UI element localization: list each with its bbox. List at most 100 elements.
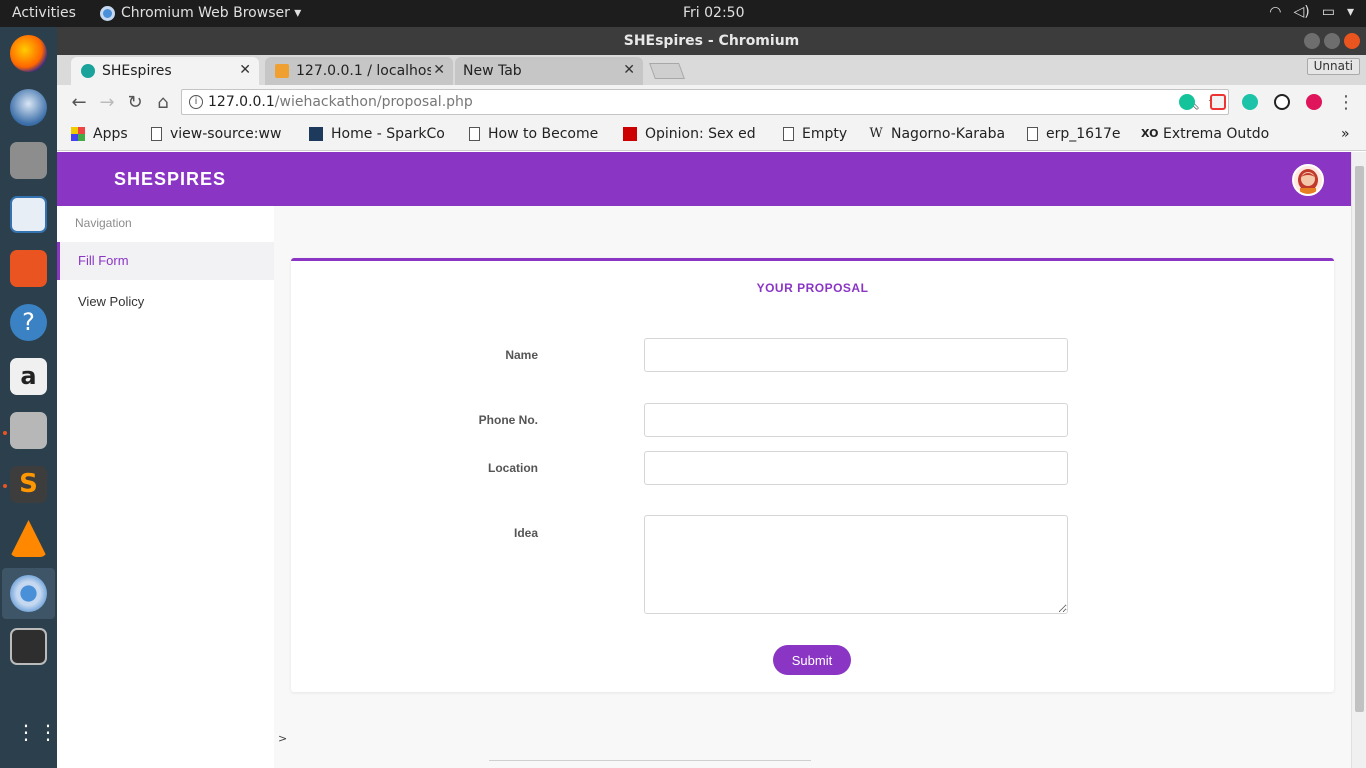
bookmark-label: Extrema Outdo xyxy=(1163,126,1270,142)
footer-marker: > xyxy=(278,732,288,745)
close-tab-icon[interactable]: ✕ xyxy=(623,62,635,78)
bookmark-label: Nagorno-Karaba xyxy=(891,126,1006,142)
page-scrollbar[interactable] xyxy=(1351,152,1366,768)
bookmark-wikipedia[interactable]: W Nagorno-Karaba xyxy=(869,126,1009,142)
tab-strip: SHEspires ✕ 127.0.0.1 / localhost ✕ New … xyxy=(57,55,1366,85)
tab-title: 127.0.0.1 / localhost xyxy=(296,63,431,79)
name-field[interactable] xyxy=(644,338,1068,372)
extension-icon[interactable] xyxy=(1242,94,1258,110)
amazon-icon[interactable]: a xyxy=(10,358,47,395)
tab-title: SHEspires xyxy=(102,63,172,79)
extension-icon[interactable] xyxy=(1210,94,1226,110)
extension-icon[interactable] xyxy=(1306,94,1322,110)
bookmark-label: Empty xyxy=(802,126,848,142)
show-applications-icon[interactable]: ⋮⋮⋮ xyxy=(16,722,80,752)
close-window-button[interactable] xyxy=(1344,33,1360,49)
extension-icon[interactable] xyxy=(1274,94,1290,110)
reload-icon[interactable]: ↻ xyxy=(125,92,145,113)
page-icon xyxy=(151,127,162,141)
tab-shespires[interactable]: SHEspires ✕ xyxy=(71,57,259,85)
system-tray[interactable]: ◠ ◁) ▭ ▾ xyxy=(1269,4,1354,20)
bookmark-extrema-outdoor[interactable]: XO Extrema Outdo xyxy=(1141,126,1281,142)
maximize-button[interactable] xyxy=(1324,33,1340,49)
url-path: /wiehackathon/proposal.php xyxy=(274,94,473,110)
bookmark-how-to-become[interactable]: How to Become xyxy=(469,126,605,142)
window-title: SHEspires - Chromium xyxy=(623,33,800,49)
idea-textarea[interactable] xyxy=(644,515,1068,614)
libreoffice-writer-icon[interactable] xyxy=(10,196,47,233)
system-top-bar: Activities Chromium Web Browser ▾ Fri 02… xyxy=(0,0,1366,27)
chromium-icon xyxy=(100,5,115,21)
close-tab-icon[interactable]: ✕ xyxy=(239,62,251,78)
site-info-icon[interactable]: i xyxy=(189,95,203,109)
browser-toolbar: ← → ↻ ⌂ i 127.0.0.1/wiehackathon/proposa… xyxy=(57,85,1366,119)
forward-icon[interactable]: → xyxy=(97,92,117,113)
bookmark-sparkco[interactable]: Home - SparkCo xyxy=(309,126,447,142)
bookmark-erp[interactable]: erp_1617e xyxy=(1027,126,1121,142)
app-menu-label: Chromium Web Browser ▾ xyxy=(121,5,302,21)
volume-icon: ◁) xyxy=(1293,4,1310,20)
address-bar[interactable]: i 127.0.0.1/wiehackathon/proposal.php 🔍︎… xyxy=(181,89,1229,115)
phpmyadmin-favicon xyxy=(275,64,289,78)
sidebar-item-view-policy[interactable]: View Policy xyxy=(57,283,274,321)
page-icon xyxy=(1027,127,1038,141)
thunderbird-icon[interactable] xyxy=(10,89,47,126)
rhythmbox-icon[interactable] xyxy=(10,142,47,179)
url-host: 127.0.0.1 xyxy=(208,94,275,110)
running-indicator xyxy=(3,484,7,488)
grammarly-extension-icon[interactable] xyxy=(1179,94,1195,110)
minimize-button[interactable] xyxy=(1304,33,1320,49)
sidebar-item-fill-form[interactable]: Fill Form xyxy=(57,242,274,280)
site-brand[interactable]: SHESPIRES xyxy=(114,169,226,190)
web-page: SHESPIRES Navigation Fill Form View Poli… xyxy=(57,152,1366,768)
bookmarks-overflow-icon[interactable]: » xyxy=(1341,126,1350,142)
phone-field[interactable] xyxy=(644,403,1068,437)
main-content: YOUR PROPOSAL Name Phone No. Location Id… xyxy=(274,206,1351,768)
video-editor-icon[interactable] xyxy=(10,628,47,665)
wikipedia-icon: W xyxy=(869,126,883,141)
app-menu[interactable]: Chromium Web Browser ▾ xyxy=(100,5,301,21)
new-tab-button[interactable] xyxy=(649,63,685,79)
bookmark-apps[interactable]: Apps xyxy=(71,126,128,142)
sparkco-icon xyxy=(309,127,323,141)
bookmarks-bar: Apps view-source:ww Home - SparkCo How t… xyxy=(57,119,1366,151)
bookmark-cnn-opinion[interactable]: Opinion: Sex ed xyxy=(623,126,761,142)
back-icon[interactable]: ← xyxy=(69,92,89,113)
help-icon[interactable]: ? xyxy=(10,304,47,341)
tab-title: New Tab xyxy=(463,63,522,79)
sublime-text-icon[interactable]: S xyxy=(10,466,47,503)
wifi-icon: ◠ xyxy=(1269,4,1282,20)
close-tab-icon[interactable]: ✕ xyxy=(433,62,445,78)
site-header: SHESPIRES xyxy=(57,152,1351,206)
tab-localhost[interactable]: 127.0.0.1 / localhost ✕ xyxy=(265,57,453,85)
chromium-icon[interactable] xyxy=(10,575,47,612)
avatar-woman-icon xyxy=(1294,166,1322,194)
location-field[interactable] xyxy=(644,451,1068,485)
shespires-favicon xyxy=(81,64,95,78)
activities-button[interactable]: Activities xyxy=(12,5,76,21)
scrollbar-thumb[interactable] xyxy=(1355,166,1364,712)
software-center-icon[interactable] xyxy=(10,250,47,287)
page-icon xyxy=(469,127,480,141)
clock[interactable]: Fri 02:50 xyxy=(683,5,744,21)
xo-icon: XO xyxy=(1141,127,1159,140)
bookmark-label: Apps xyxy=(93,126,128,142)
user-avatar[interactable] xyxy=(1292,164,1324,196)
files-icon[interactable] xyxy=(10,412,47,449)
tab-new-tab[interactable]: New Tab ✕ xyxy=(455,57,643,85)
profile-button[interactable]: Unnati xyxy=(1306,58,1360,75)
bookmark-label: How to Become xyxy=(488,126,599,142)
idea-label: Idea xyxy=(513,526,538,540)
sidebar: Navigation Fill Form View Policy xyxy=(57,206,274,768)
location-label: Location xyxy=(488,461,538,475)
power-menu-icon: ▾ xyxy=(1346,4,1354,20)
bookmark-empty[interactable]: Empty xyxy=(783,126,847,142)
phone-label: Phone No. xyxy=(478,413,538,427)
submit-button[interactable]: Submit xyxy=(773,645,851,675)
menu-icon[interactable]: ⋮ xyxy=(1336,92,1356,113)
firefox-icon[interactable] xyxy=(10,35,47,72)
proposal-card: YOUR PROPOSAL Name Phone No. Location Id… xyxy=(291,258,1334,692)
bookmark-view-source[interactable]: view-source:ww xyxy=(151,126,287,142)
vlc-icon[interactable] xyxy=(10,520,47,557)
home-icon[interactable]: ⌂ xyxy=(153,92,173,113)
